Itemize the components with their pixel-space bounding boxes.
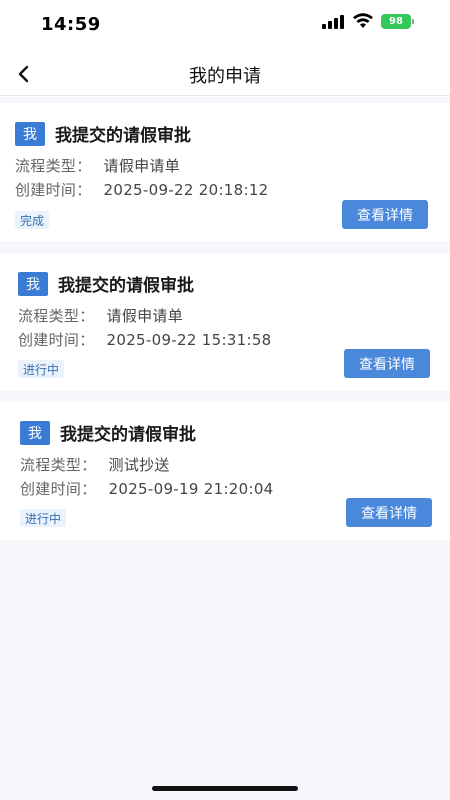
process-type-row: 流程类型： 测试抄送 xyxy=(20,454,170,475)
application-card: 我 我提交的请假审批 流程类型： 请假申请单 创建时间： 2025-09-22 20… xyxy=(0,103,450,241)
home-indicator[interactable] xyxy=(152,786,298,791)
created-time-row: 创建时间： 2025-09-19 21:20:04 xyxy=(20,478,274,499)
application-card: 我 我提交的请假审批 流程类型： 测试抄送 创建时间： 2025-09-19 21:… xyxy=(0,402,450,540)
application-list: 我 我提交的请假审批 流程类型： 请假申请单 创建时间： 2025-09-22 20… xyxy=(0,97,450,800)
created-time-label: 创建时间： xyxy=(15,181,92,199)
status-badge: 进行中 xyxy=(18,360,65,378)
process-type-value: 测试抄送 xyxy=(108,456,170,474)
card-header: 我 我提交的请假审批 xyxy=(18,271,194,296)
status-bar: 14:59 98 xyxy=(0,0,450,50)
nav-bar: 我的申请 xyxy=(0,50,450,96)
battery-nub xyxy=(412,19,414,24)
wifi-icon xyxy=(353,13,373,28)
process-type-row: 流程类型： 请假申请单 xyxy=(15,155,180,176)
battery-icon: 98 xyxy=(381,14,411,29)
created-time-row: 创建时间： 2025-09-22 15:31:58 xyxy=(18,329,272,350)
process-type-row: 流程类型： 请假申请单 xyxy=(18,305,183,326)
created-time-value: 2025-09-22 20:18:12 xyxy=(103,181,269,199)
created-time-row: 创建时间： 2025-09-22 20:18:12 xyxy=(15,179,269,200)
process-type-label: 流程类型： xyxy=(15,157,92,175)
avatar: 我 xyxy=(18,271,48,296)
process-type-value: 请假申请单 xyxy=(106,307,184,325)
status-badge: 进行中 xyxy=(20,509,67,527)
card-header: 我 我提交的请假审批 xyxy=(20,420,196,445)
process-type-value: 请假申请单 xyxy=(103,157,181,175)
created-time-label: 创建时间： xyxy=(18,331,95,349)
created-time-value: 2025-09-22 15:31:58 xyxy=(106,331,272,349)
avatar: 我 xyxy=(20,420,50,445)
process-type-label: 流程类型： xyxy=(20,456,97,474)
avatar: 我 xyxy=(15,121,45,146)
page-title: 我的申请 xyxy=(189,66,261,87)
process-type-label: 流程类型： xyxy=(18,307,95,325)
status-time: 14:59 xyxy=(41,14,101,35)
view-details-button[interactable]: 查看详情 xyxy=(344,349,430,378)
card-header: 我 我提交的请假审批 xyxy=(15,121,191,146)
view-details-button[interactable]: 查看详情 xyxy=(346,498,432,527)
card-title: 我提交的请假审批 xyxy=(58,276,194,296)
view-details-button[interactable]: 查看详情 xyxy=(342,200,428,229)
cellular-signal-icon xyxy=(322,15,344,29)
created-time-label: 创建时间： xyxy=(20,480,97,498)
battery-level: 98 xyxy=(389,16,403,27)
card-title: 我提交的请假审批 xyxy=(55,126,191,146)
application-card: 我 我提交的请假审批 流程类型： 请假申请单 创建时间： 2025-09-22 15… xyxy=(0,253,450,391)
status-badge: 完成 xyxy=(15,211,50,229)
created-time-value: 2025-09-19 21:20:04 xyxy=(108,480,274,498)
card-title: 我提交的请假审批 xyxy=(60,425,196,445)
